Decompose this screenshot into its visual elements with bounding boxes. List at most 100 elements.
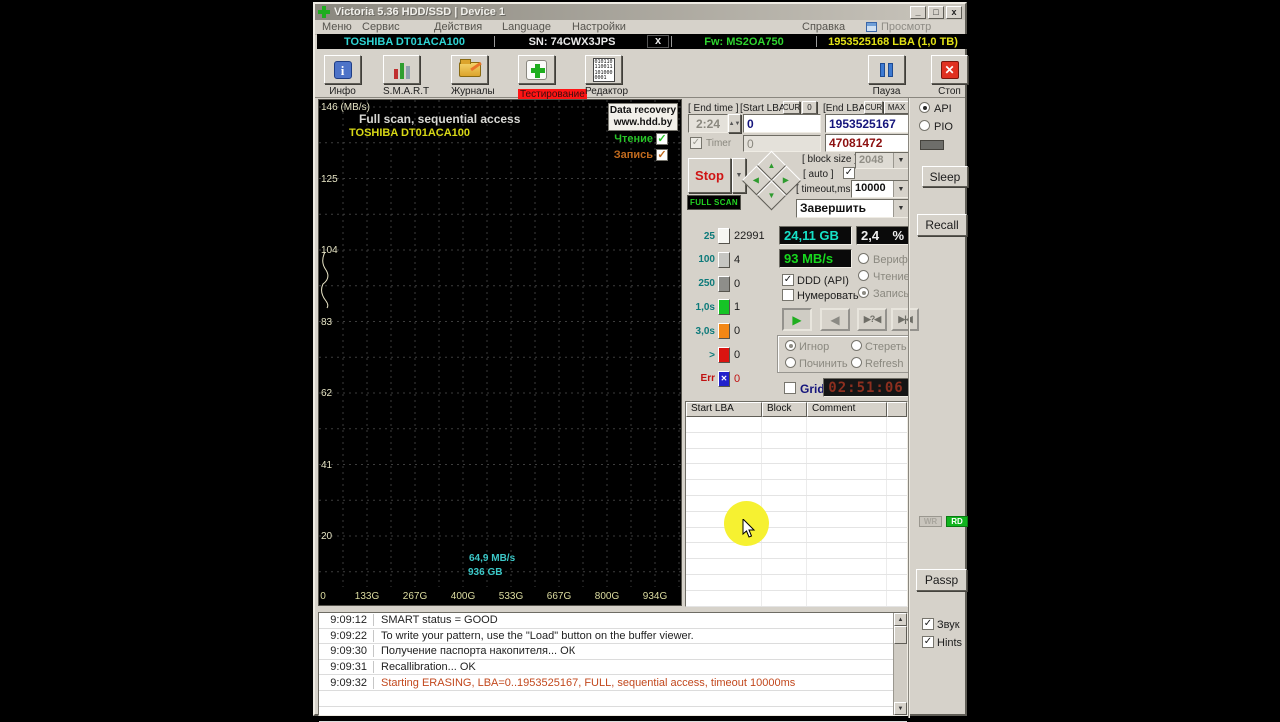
start-lba-field[interactable]: 0	[743, 114, 821, 133]
verify-radio[interactable]	[858, 253, 869, 264]
toolbar-editor-button[interactable]: 010110 110011 101000 0001 Редактор	[585, 55, 628, 97]
action-combo[interactable]: Завершить ▼	[796, 199, 909, 218]
toolbar-smart-button[interactable]: S.M.A.R.T	[383, 55, 429, 97]
defect-table[interactable]: Start LBA Block Comment	[685, 401, 908, 607]
sound-checkbox[interactable]: ✓	[922, 618, 934, 630]
menu-item-4[interactable]: Настройки	[572, 21, 626, 33]
timer-checkbox[interactable]: ✓	[690, 137, 702, 149]
toolbar-stop-button[interactable]: ✕ Стоп	[931, 55, 968, 97]
ddd-checkbox[interactable]: ✓	[782, 274, 794, 286]
y-tick-6: 20	[321, 531, 333, 542]
y-tick-4: 62	[321, 388, 333, 399]
start-lba-zero-button[interactable]: 0	[802, 101, 817, 114]
maximize-button[interactable]: □	[928, 5, 944, 19]
end-lba-cur-button[interactable]: CUR	[864, 101, 883, 114]
device-close-button[interactable]: x	[647, 35, 669, 48]
watermark: Data recovery www.hdd.by	[608, 103, 678, 131]
table-header-block[interactable]: Block	[762, 402, 807, 417]
table-cell	[762, 495, 807, 511]
end-lba-max-button[interactable]: MAX	[884, 101, 909, 114]
volume-display: 24,11 GB	[779, 226, 852, 245]
end-time-spinner[interactable]: ▲▼	[728, 114, 741, 133]
start-lba-cur-button[interactable]: CUR	[783, 101, 800, 114]
log-message: Получение паспорта накопителя... ОК	[381, 645, 576, 658]
log-time: 9:09:31	[319, 661, 374, 674]
legend-row-4: 3,0s 0	[688, 322, 740, 340]
menu-item-2[interactable]: Действия	[434, 21, 482, 33]
seek-error-button[interactable]: ▶?◀	[857, 308, 887, 331]
graph-cursor-position: 936 GB	[468, 567, 503, 578]
read-mode-radio[interactable]	[858, 270, 869, 281]
api-radio[interactable]	[919, 102, 930, 113]
app-icon	[318, 6, 330, 18]
seek-arrows: ▲ ◀ ▶ ▼	[741, 150, 802, 211]
y-tick-1: 125	[321, 174, 338, 185]
sound-label: Звук	[937, 619, 960, 631]
play-button[interactable]: ▶	[782, 308, 812, 331]
elapsed-clock: 02:51:06	[823, 378, 909, 397]
menu-item-3[interactable]: Language	[502, 21, 551, 33]
minimize-button[interactable]: _	[910, 5, 926, 19]
recall-button[interactable]: Recall	[917, 214, 967, 236]
numerate-checkbox[interactable]	[782, 289, 794, 301]
x-tick-3: 400G	[450, 591, 476, 602]
write-checkbox[interactable]: ✓	[656, 149, 668, 161]
end-lba-field[interactable]: 1953525167	[825, 114, 909, 133]
refresh-radio[interactable]	[851, 357, 862, 368]
table-cell	[762, 590, 807, 606]
legend-count: 4	[734, 253, 741, 266]
grid-checkbox[interactable]	[784, 382, 796, 394]
write-mode-radio[interactable]	[858, 287, 869, 298]
percent-display: 2,4%	[856, 226, 909, 245]
end-time-field[interactable]: 2:24	[688, 114, 728, 133]
toolbar-test-button[interactable]: Тестирование	[518, 55, 587, 102]
dropdown-arrow-icon: ▼	[893, 153, 908, 168]
device-model[interactable]: TOSHIBA DT01ACA100	[317, 36, 492, 48]
hints-checkbox[interactable]: ✓	[922, 636, 934, 648]
repair-radio[interactable]	[785, 357, 796, 368]
close-button[interactable]: x	[946, 5, 962, 19]
end-lba-label: [End LBA]	[823, 103, 869, 114]
scroll-up-button[interactable]: ▲	[894, 613, 907, 626]
device-capacity: 1953525168 LBA (1,0 ТВ)	[828, 35, 958, 48]
rewind-button[interactable]: ◀	[820, 308, 850, 331]
menu-help[interactable]: Справка	[802, 21, 845, 33]
divider	[671, 36, 672, 47]
table-cell	[762, 432, 807, 448]
table-cell	[686, 590, 762, 606]
ignore-radio[interactable]	[785, 340, 796, 351]
erase-radio[interactable]	[851, 340, 862, 351]
table-header-comment[interactable]: Comment	[807, 402, 887, 417]
table-cell	[686, 448, 762, 464]
toolbar-info-button[interactable]: i Инфо	[324, 55, 361, 97]
toolbar-logs-button[interactable]: Журналы	[451, 55, 495, 97]
play-icon: ▶	[792, 312, 802, 327]
pio-radio[interactable]	[919, 120, 930, 131]
current-lba-field: 47081472	[825, 134, 909, 152]
scrollbar-thumb[interactable]	[894, 626, 907, 644]
timer-field[interactable]: 0	[743, 135, 821, 152]
passp-button[interactable]: Passp	[916, 569, 967, 591]
sleep-button[interactable]: Sleep	[922, 166, 968, 187]
scroll-down-button[interactable]: ▼	[894, 702, 907, 715]
timeout-combo[interactable]: 10000 ▼	[851, 180, 909, 198]
menu-item-1[interactable]: Сервис	[362, 21, 400, 33]
log-time: 9:09:32	[319, 676, 374, 689]
wr-indicator: WR	[919, 516, 942, 527]
log-panel[interactable]: 9:09:12 SMART status = GOOD 9:09:22 To writ…	[318, 612, 908, 722]
table-header-extra[interactable]	[887, 402, 907, 417]
scan-stop-dropdown[interactable]: ▼	[732, 158, 746, 193]
read-checkbox[interactable]: ✓	[656, 133, 668, 145]
read-mode-label: Чтение	[873, 271, 910, 283]
scan-graph[interactable]: Full scan, sequential access TOSHIBA DT0…	[318, 99, 682, 606]
menu-item-0[interactable]: Меню	[322, 21, 352, 33]
scan-stop-button[interactable]: Stop	[688, 158, 731, 193]
table-row	[686, 511, 907, 528]
log-scrollbar[interactable]: ▲ ▼	[893, 613, 907, 715]
block-size-combo[interactable]: 2048 ▼	[855, 152, 909, 169]
stop-x-icon: ✕	[940, 60, 959, 79]
graph-title: Full scan, sequential access	[359, 112, 521, 126]
toolbar-pause-button[interactable]: Пауза	[868, 55, 905, 97]
auto-checkbox[interactable]: ✓	[843, 167, 855, 179]
table-header-start-lba[interactable]: Start LBA	[686, 402, 762, 417]
